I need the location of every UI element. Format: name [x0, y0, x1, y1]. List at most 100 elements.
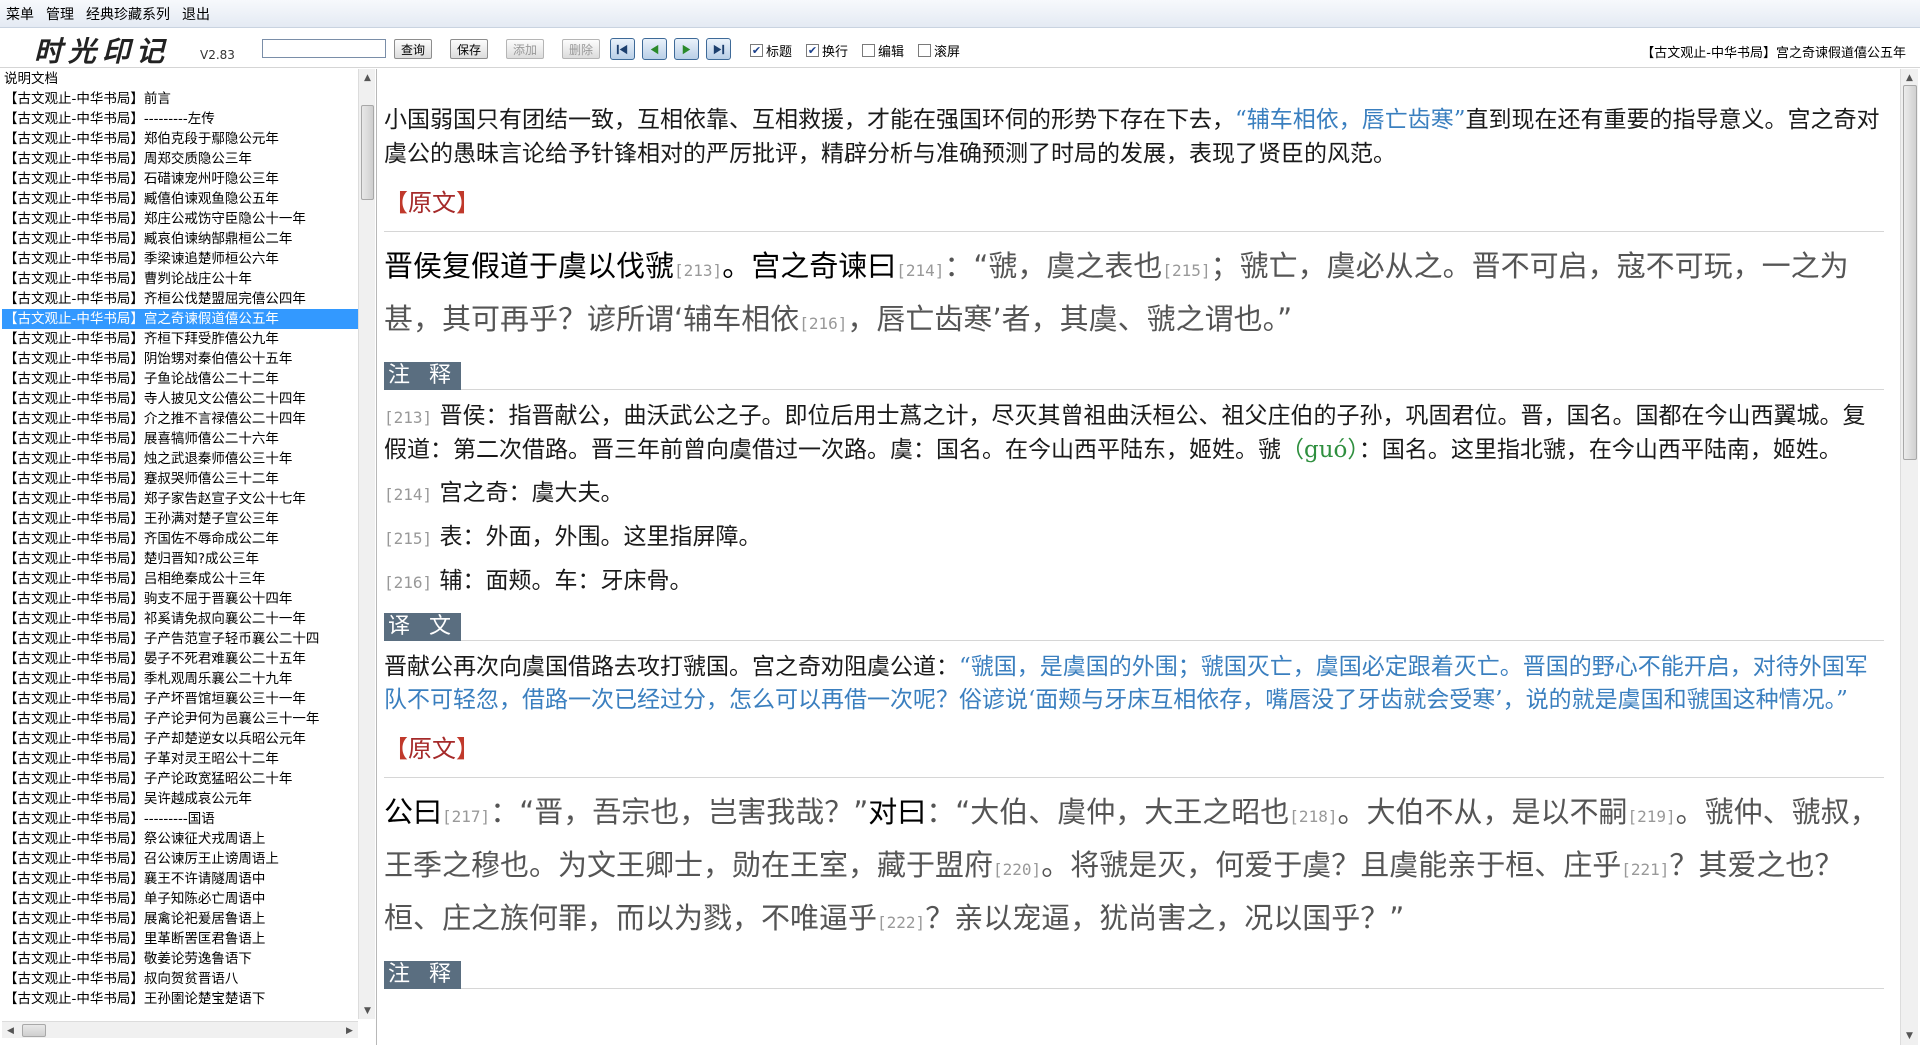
first-page-button[interactable]: [610, 38, 635, 60]
intro-text: 小国弱国只有团结一致，互相依靠、互相救援，才能在强国环伺的形势下存在下去，: [384, 107, 1235, 133]
content-scroll-thumb[interactable]: [1903, 85, 1917, 460]
translation-text: 晋献公再次向虞国借路去攻打虢国。宫之奇劝阻虞公道：: [384, 654, 959, 680]
footnote-ref[interactable]: [216]: [799, 314, 847, 333]
list-item[interactable]: 【古文观止-中华书局】展喜犒师僖公二十六年: [2, 429, 358, 449]
footnote-ref[interactable]: [214]: [896, 261, 944, 280]
list-item[interactable]: 【古文观止-中华书局】楚归晋知?成公三年: [2, 549, 358, 569]
previous-icon: [650, 44, 659, 54]
list-item[interactable]: 【古文观止-中华书局】子产告范宣子轻币襄公二十四: [2, 629, 358, 649]
list-scroll-thumb[interactable]: [361, 105, 374, 200]
content-scroll-down-arrow-icon[interactable]: ▼: [1901, 1027, 1918, 1044]
list-item[interactable]: 说明文档: [2, 69, 358, 89]
list-item[interactable]: 【古文观止-中华书局】寺人披见文公僖公二十四年: [2, 389, 358, 409]
list-item[interactable]: 【古文观止-中华书局】敬姜论劳逸鲁语下: [2, 949, 358, 969]
list-item[interactable]: 【古文观止-中华书局】子革对灵王昭公十二年: [2, 749, 358, 769]
section-notes-banner-2: 注 释: [384, 961, 1884, 989]
scroll-left-arrow-icon[interactable]: ◀: [2, 1022, 19, 1039]
menu-bar: 菜单 管理 经典珍藏系列 退出: [0, 0, 1920, 28]
list-item[interactable]: 【古文观止-中华书局】王孙圉论楚宝楚语下: [2, 989, 358, 1009]
list-item[interactable]: 【古文观止-中华书局】季札观周乐襄公二十九年: [2, 669, 358, 689]
list-item[interactable]: 【古文观止-中华书局】祭公谏征犬戎周语上: [2, 829, 358, 849]
document-list[interactable]: 说明文档 【古文观止-中华书局】前言 【古文观止-中华书局】---------左传【…: [2, 69, 358, 1019]
scroll-right-arrow-icon[interactable]: ▶: [341, 1022, 358, 1039]
search-input[interactable]: [262, 39, 386, 58]
list-item[interactable]: 【古文观止-中华书局】介之推不言禄僖公二十四年: [2, 409, 358, 429]
list-item[interactable]: 【古文观止-中华书局】驹支不屈于晋襄公十四年: [2, 589, 358, 609]
footnote-ref[interactable]: [220]: [993, 860, 1041, 879]
add-button[interactable]: 添加: [506, 39, 544, 59]
footnote-ref[interactable]: [221]: [1621, 860, 1669, 879]
list-item[interactable]: 【古文观止-中华书局】祁奚请免叔向襄公二十一年: [2, 609, 358, 629]
list-item[interactable]: 【古文观止-中华书局】烛之武退秦师僖公三十年: [2, 449, 358, 469]
scroll-down-arrow-icon[interactable]: ▼: [359, 1002, 376, 1019]
menu-item-menu[interactable]: 菜单: [6, 4, 34, 24]
document-content[interactable]: 小国弱国只有团结一致，互相依靠、互相救援，才能在强国环伺的形势下存在下去，“辅车…: [384, 69, 1896, 1045]
list-item[interactable]: 【古文观止-中华书局】曹刿论战庄公十年: [2, 269, 358, 289]
menu-item-classics[interactable]: 经典珍藏系列: [86, 4, 170, 24]
list-item[interactable]: 【古文观止-中华书局】襄王不许请隧周语中: [2, 869, 358, 889]
list-item[interactable]: 【古文观止-中华书局】郑子家告赵宣子文公十七年: [2, 489, 358, 509]
checkbox-wrap[interactable]: ✔ 换行: [806, 41, 848, 60]
checkbox-title[interactable]: ✔ 标题: [750, 41, 792, 60]
scroll-up-arrow-icon[interactable]: ▲: [359, 69, 376, 86]
footnote-ref[interactable]: [215]: [1162, 261, 1210, 280]
list-item[interactable]: 【古文观止-中华书局】子产论政宽猛昭公二十年: [2, 769, 358, 789]
previous-page-button[interactable]: [642, 38, 667, 60]
list-item[interactable]: 【古文观止-中华书局】臧僖伯谏观鱼隐公五年: [2, 189, 358, 209]
list-item[interactable]: 【古文观止-中华书局】子鱼论战僖公二十二年: [2, 369, 358, 389]
list-item[interactable]: 【古文观止-中华书局】展禽论祀爰居鲁语上: [2, 909, 358, 929]
next-page-button[interactable]: [674, 38, 699, 60]
last-page-button[interactable]: [706, 38, 731, 60]
list-item[interactable]: 【古文观止-中华书局】齐桓下拜受胙僖公九年: [2, 329, 358, 349]
list-item[interactable]: 【古文观止-中华书局】---------左传: [2, 109, 358, 129]
list-item[interactable]: 【古文观止-中华书局】齐桓公伐楚盟屈完僖公四年: [2, 289, 358, 309]
list-item[interactable]: 【古文观止-中华书局】吕相绝秦成公十三年: [2, 569, 358, 589]
content-vertical-scrollbar[interactable]: ▲ ▼: [1900, 69, 1918, 1045]
list-hscroll-thumb[interactable]: [22, 1024, 46, 1037]
list-item[interactable]: 【古文观止-中华书局】蹇叔哭师僖公三十二年: [2, 469, 358, 489]
checkbox-edit[interactable]: 编辑: [862, 41, 904, 60]
list-item[interactable]: 【古文观止-中华书局】齐国佐不辱命成公二年: [2, 529, 358, 549]
note-text: 表：外面，外围。这里指屏障。: [439, 524, 762, 550]
list-item[interactable]: 【古文观止-中华书局】召公谏厉王止谤周语上: [2, 849, 358, 869]
list-item[interactable]: 【古文观止-中华书局】王孙满对楚子宣公三年: [2, 509, 358, 529]
delete-button[interactable]: 删除: [562, 39, 600, 59]
list-item[interactable]: 【古文观止-中华书局】宫之奇谏假道僖公五年: [2, 309, 358, 329]
checkbox-autoscroll[interactable]: 滚屏: [918, 41, 960, 60]
section-notes-banner: 注 释: [384, 362, 1884, 390]
list-item[interactable]: 【古文观止-中华书局】季梁谏追楚师桓公六年: [2, 249, 358, 269]
list-item[interactable]: 【古文观止-中华书局】子产却楚逆女以兵昭公元年: [2, 729, 358, 749]
menu-item-exit[interactable]: 退出: [182, 4, 210, 24]
list-horizontal-scrollbar[interactable]: ◀ ▶: [2, 1021, 358, 1038]
checkbox-edit-box[interactable]: [862, 44, 875, 57]
footnote-ref[interactable]: [218]: [1289, 807, 1337, 826]
list-item[interactable]: 【古文观止-中华书局】郑伯克段于鄢隐公元年: [2, 129, 358, 149]
menu-item-manage[interactable]: 管理: [46, 4, 74, 24]
checkbox-wrap-box[interactable]: ✔: [806, 44, 819, 57]
list-vertical-scrollbar[interactable]: ▲ ▼: [358, 69, 375, 1019]
footnote-ref[interactable]: [222]: [877, 913, 925, 932]
list-item[interactable]: 【古文观止-中华书局】叔向贺贫晋语八: [2, 969, 358, 989]
content-scroll-up-arrow-icon[interactable]: ▲: [1901, 69, 1918, 86]
query-button[interactable]: 查询: [394, 39, 432, 59]
footnote-ref[interactable]: [213]: [674, 261, 722, 280]
list-item[interactable]: 【古文观止-中华书局】石碏谏宠州吁隐公三年: [2, 169, 358, 189]
list-item[interactable]: 【古文观止-中华书局】阴饴甥对秦伯僖公十五年: [2, 349, 358, 369]
list-item[interactable]: 【古文观止-中华书局】子产论尹何为邑襄公三十一年: [2, 709, 358, 729]
list-item[interactable]: 【古文观止-中华书局】郑庄公戒饬守臣隐公十一年: [2, 209, 358, 229]
list-item[interactable]: 【古文观止-中华书局】---------国语: [2, 809, 358, 829]
list-item[interactable]: 【古文观止-中华书局】晏子不死君难襄公二十五年: [2, 649, 358, 669]
footnote-ref[interactable]: [219]: [1627, 807, 1675, 826]
list-item[interactable]: 【古文观止-中华书局】周郑交质隐公三年: [2, 149, 358, 169]
save-button[interactable]: 保存: [450, 39, 488, 59]
list-item[interactable]: 【古文观止-中华书局】里革断罟匡君鲁语上: [2, 929, 358, 949]
list-item[interactable]: 【古文观止-中华书局】前言: [2, 89, 358, 109]
list-item[interactable]: 【古文观止-中华书局】吴许越成哀公元年: [2, 789, 358, 809]
list-item[interactable]: 【古文观止-中华书局】单子知陈必亡周语中: [2, 889, 358, 909]
list-item[interactable]: 【古文观止-中华书局】子产坏晋馆垣襄公三十一年: [2, 689, 358, 709]
footnote-ref[interactable]: [217]: [442, 807, 490, 826]
list-item[interactable]: 【古文观止-中华书局】臧哀伯谏纳郜鼎桓公二年: [2, 229, 358, 249]
checkbox-autoscroll-box[interactable]: [918, 44, 931, 57]
checkbox-title-box[interactable]: ✔: [750, 44, 763, 57]
last-icon: [713, 44, 725, 54]
